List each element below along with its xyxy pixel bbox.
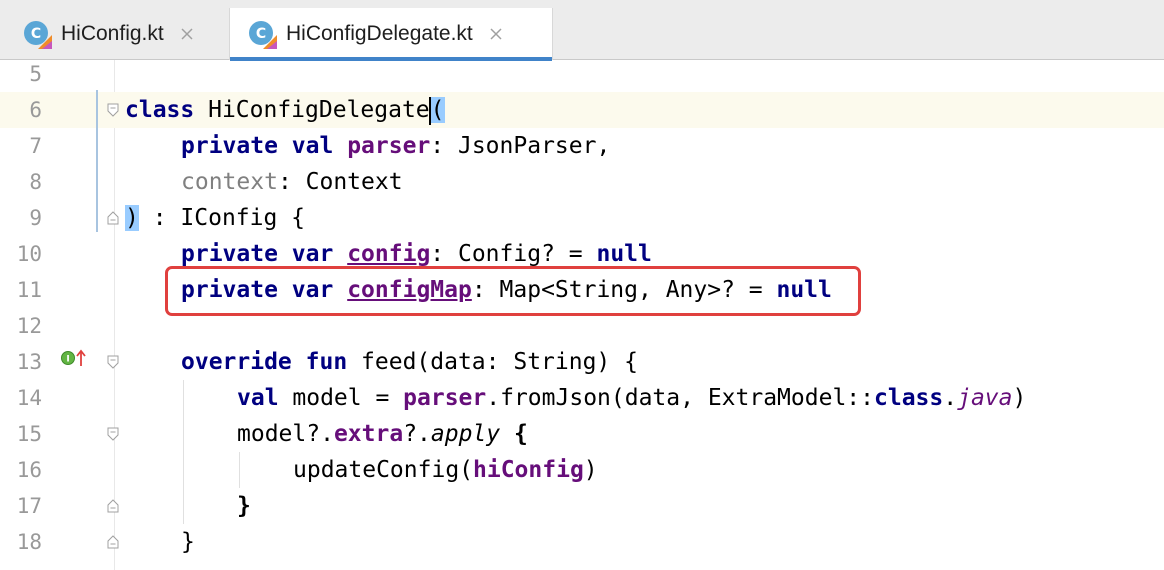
code-line-7[interactable]: 7 private val parser: JsonParser, (0, 128, 1164, 164)
editor-tab-bar: C HiConfig.kt C HiConfigDelegate.kt (0, 0, 1164, 61)
kotlin-class-icon: C (24, 21, 52, 49)
code-line-5[interactable]: 5 (0, 56, 1164, 92)
keyword: null (596, 241, 652, 267)
line-number: 18 (16, 530, 42, 554)
code-text: } (181, 529, 195, 555)
code-line-15[interactable]: 15 model?.extra?.apply { (0, 416, 1164, 452)
code-editor[interactable]: 5 6 class HiConfigDelegate( 7 private va… (0, 60, 1164, 570)
svg-text:C: C (256, 26, 266, 42)
code-rest: feed(data: String) { (347, 349, 638, 375)
code-rest: : IConfig { (138, 205, 306, 231)
code-rest: ?. (403, 421, 431, 447)
code-rest: : Context (277, 169, 403, 195)
tab-label: HiConfig.kt (61, 22, 164, 45)
keyword: val (237, 385, 279, 411)
code-rest: . (943, 385, 958, 411)
line-number: 13 (16, 350, 42, 374)
close-icon[interactable] (489, 27, 503, 41)
extension-property: java (957, 385, 1013, 411)
tab-label: HiConfigDelegate.kt (286, 22, 473, 45)
code-line-17[interactable]: 17 } (0, 488, 1164, 524)
code-rest: .fromJson(data, ExtraModel:: (486, 385, 874, 411)
fold-close-icon[interactable] (107, 535, 119, 549)
code-line-13[interactable]: 13 override fun feed(data: String) { (0, 344, 1164, 380)
code-rest: ) (1012, 385, 1027, 411)
code-text: class HiConfigDelegate( (125, 92, 445, 128)
fold-open-icon[interactable] (107, 427, 119, 441)
svg-text:C: C (31, 26, 41, 42)
keyword: fun (305, 349, 348, 375)
code-text: } (237, 493, 251, 519)
svg-text:I: I (66, 355, 69, 365)
property: parser (347, 133, 431, 159)
code-line-14[interactable]: 14 val model = parser.fromJson(data, Ext… (0, 380, 1164, 416)
keyword: override (181, 349, 292, 375)
property: config (347, 241, 431, 267)
class-name: HiConfigDelegate (194, 97, 430, 123)
line-number: 9 (29, 206, 42, 230)
fold-close-icon[interactable] (107, 499, 119, 513)
lambda-brace: { (500, 421, 528, 447)
keyword: private (181, 241, 278, 267)
keyword: private (181, 133, 278, 159)
code-text: private val parser: JsonParser, (181, 128, 610, 164)
fold-open-icon[interactable] (107, 355, 119, 369)
code-text: ) : IConfig { (125, 200, 305, 236)
close-icon[interactable] (180, 27, 194, 41)
line-number: 7 (29, 134, 42, 158)
code-rest: ) (583, 457, 598, 483)
code-line-6[interactable]: 6 class HiConfigDelegate( (0, 92, 1164, 128)
fold-open-icon[interactable] (107, 103, 119, 117)
tab-hiconfigdelegate-kt[interactable]: C HiConfigDelegate.kt (229, 8, 553, 61)
line-number: 12 (16, 314, 42, 338)
code-rest: : JsonParser, (430, 133, 611, 159)
code-line-9[interactable]: 9 ) : IConfig { (0, 200, 1164, 236)
line-number: 10 (16, 242, 42, 266)
override-implements-icon[interactable]: I (60, 348, 90, 368)
keyword: var (291, 241, 334, 267)
property: hiConfig (473, 457, 584, 483)
code-text: model?.extra?.apply { (237, 416, 528, 452)
code-rest: model?. (237, 421, 334, 447)
kotlin-class-icon: C (249, 21, 277, 49)
scope-highlight-bar (96, 90, 98, 232)
line-number: 15 (16, 422, 42, 446)
indent-guide (183, 380, 184, 524)
code-rest: model = (278, 385, 404, 411)
line-number: 8 (29, 170, 42, 194)
function-call: apply (430, 421, 501, 447)
unused-param: context (181, 169, 278, 195)
code-rest: updateConfig( (293, 457, 474, 483)
property: parser (403, 385, 487, 411)
code-text: val model = parser.fromJson(data, ExtraM… (237, 380, 1026, 416)
tab-hiconfig-kt[interactable]: C HiConfig.kt (0, 8, 228, 60)
line-number: 17 (16, 494, 42, 518)
matched-paren: ) (125, 205, 139, 231)
code-text: override fun feed(data: String) { (181, 344, 638, 380)
line-number: 14 (16, 386, 42, 410)
matched-paren: ( (430, 97, 445, 123)
code-text: updateConfig(hiConfig) (293, 452, 598, 488)
code-rest: : Config? = (430, 241, 597, 267)
line-number: 16 (16, 458, 42, 482)
keyword: val (291, 133, 334, 159)
keyword: class (125, 97, 195, 123)
line-number: 6 (29, 98, 42, 122)
indent-guide (239, 452, 240, 488)
fold-close-icon[interactable] (107, 211, 119, 225)
code-line-18[interactable]: 18 } (0, 524, 1164, 560)
annotation-highlight-box (165, 266, 861, 316)
line-number: 5 (29, 62, 42, 86)
code-line-16[interactable]: 16 updateConfig(hiConfig) (0, 452, 1164, 488)
keyword: class (874, 385, 944, 411)
code-text: context: Context (181, 164, 403, 200)
line-number: 11 (16, 278, 42, 302)
property: extra (333, 421, 404, 447)
code-line-8[interactable]: 8 context: Context (0, 164, 1164, 200)
